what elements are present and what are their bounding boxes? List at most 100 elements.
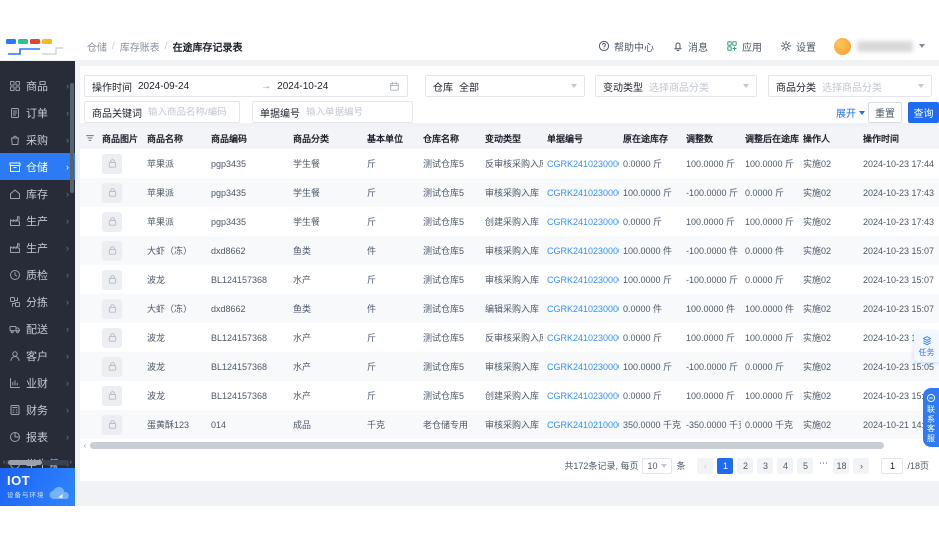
- delivery-icon: [9, 323, 21, 335]
- cell-time: 2024-10-23 17:43: [863, 216, 935, 227]
- doc-no-link[interactable]: CGRK24102300002: [547, 217, 619, 227]
- scroll-right-icon[interactable]: ›: [70, 459, 72, 466]
- date-end[interactable]: 2024-10-24: [277, 81, 328, 92]
- page-button-5[interactable]: 5: [797, 457, 814, 474]
- column-settings-icon[interactable]: [84, 133, 96, 143]
- records-table-card: 商品图片 商品名称 商品编码 商品分类 基本单位 仓库名称 变动类型 单据编号 原在途库存 调整数…: [80, 127, 939, 481]
- keyword-field[interactable]: 商品关键词: [84, 101, 240, 123]
- cell-before: 0.0000 斤: [623, 391, 663, 401]
- cell-before: 100.0000 斤: [623, 188, 673, 198]
- doc-no-link[interactable]: CGRK24102300001: [547, 391, 619, 401]
- cell-after: 0.0000 斤: [745, 275, 785, 285]
- expand-filters-link[interactable]: 展开: [836, 105, 865, 120]
- category-select[interactable]: 商品分类 选择商品分类: [768, 75, 932, 97]
- chevron-right-icon: ›: [66, 323, 69, 334]
- page-button-1[interactable]: 1: [717, 457, 734, 474]
- cell-warehouse: 测试仓库5: [423, 159, 465, 169]
- iot-banner[interactable]: IOT 设备与环境: [0, 468, 75, 506]
- scroll-left-icon[interactable]: ‹: [80, 441, 90, 450]
- column-header: 原在途库存: [619, 127, 682, 149]
- sidebar-item-report[interactable]: 报表 ›: [0, 423, 75, 450]
- warehouse-select[interactable]: 仓库 全部: [425, 75, 585, 97]
- reset-button[interactable]: 重置: [868, 102, 902, 123]
- doc-no-link[interactable]: CGRK24102300002: [547, 159, 619, 169]
- doc-no-link[interactable]: CGRK24102300001: [547, 362, 619, 372]
- breadcrumb-warehouse[interactable]: 仓储: [87, 39, 107, 54]
- doc-no-link[interactable]: CGRK24102300001: [547, 275, 619, 285]
- cell-before: 100.0000 斤: [623, 275, 673, 285]
- cell-adjust: -100.0000 斤: [686, 188, 739, 198]
- chevron-right-icon: ›: [66, 269, 69, 280]
- cell-before: 0.0000 斤: [623, 159, 663, 169]
- cell-code: BL124157368: [211, 274, 268, 285]
- page-button-4[interactable]: 4: [777, 457, 794, 474]
- cell-name: 波龙: [147, 362, 166, 372]
- sidebar-item-warehouse[interactable]: 仓储 ›: [0, 153, 75, 180]
- query-button[interactable]: 查询: [908, 102, 939, 123]
- user-menu[interactable]: [834, 37, 925, 55]
- sidebar-item-finance[interactable]: 财务 ›: [0, 396, 75, 423]
- sidebar-item-customer[interactable]: 客户 ›: [0, 342, 75, 369]
- logo[interactable]: [0, 32, 75, 60]
- sidebar-vertical-scrollbar[interactable]: [70, 75, 74, 455]
- cell-warehouse: 测试仓库5: [423, 391, 465, 401]
- filter-panel: 操作时间 2024-09-24 → 2024-10-24 仓库 全部 变动类型 …: [80, 66, 939, 123]
- sidebar-item-order[interactable]: 订单 ›: [0, 99, 75, 126]
- product-image-placeholder: [102, 182, 122, 203]
- doc-no-link[interactable]: CGRK24102300001: [547, 246, 619, 256]
- topbar-actions: 帮助中心 消息 应用 设置: [598, 37, 939, 55]
- breadcrumb-ledger[interactable]: 库存账表: [120, 39, 160, 54]
- cell-change_type: 审核采购入库: [485, 246, 540, 256]
- cell-time: 2024-10-23 17:43: [863, 187, 935, 198]
- doc-no-link[interactable]: CGRK24102100002: [547, 420, 619, 430]
- apps-button[interactable]: 应用: [726, 39, 762, 54]
- cell-name: 苹果派: [147, 159, 175, 169]
- help-center-button[interactable]: 帮助中心: [598, 39, 654, 54]
- page-button-18[interactable]: 18: [833, 457, 850, 474]
- sidebar-item-goods[interactable]: 商品 ›: [0, 72, 75, 99]
- total-records-text: 共172条记录, 每页: [564, 461, 639, 471]
- scroll-left-icon[interactable]: ‹: [3, 459, 5, 466]
- doc-no-link[interactable]: CGRK24102300001: [547, 304, 619, 314]
- cell-operator: 实施02: [803, 362, 832, 372]
- page-button-2[interactable]: 2: [737, 457, 754, 474]
- cell-unit: 件: [367, 246, 377, 256]
- sidebar-item-production[interactable]: 生产 ›: [0, 207, 75, 234]
- change-type-select[interactable]: 变动类型 选择商品分类: [595, 75, 757, 97]
- date-start[interactable]: 2024-09-24: [138, 81, 189, 92]
- sidebar-item-label: 业财: [26, 377, 48, 390]
- page-button-3[interactable]: 3: [757, 457, 774, 474]
- sidebar-item-purchase[interactable]: 采购 ›: [0, 126, 75, 153]
- table-horizontal-scrollbar[interactable]: ‹: [80, 441, 939, 450]
- doc-no-link[interactable]: CGRK24102300001: [547, 333, 619, 343]
- prev-page-button[interactable]: ‹: [697, 457, 714, 474]
- sidebar-item-production[interactable]: 生产 ›: [0, 234, 75, 261]
- keyword-input[interactable]: [148, 106, 232, 118]
- table-row: 波龙 BL124157368 水产 斤 测试仓库5 创建采购入库 CGRK241023000…: [80, 381, 939, 410]
- sidebar-item-delivery[interactable]: 配送 ›: [0, 315, 75, 342]
- cell-code: pgp3435: [211, 187, 247, 198]
- sidebar-item-inventory[interactable]: 库存 ›: [0, 180, 75, 207]
- settings-button[interactable]: 设置: [780, 39, 816, 54]
- doc-no-field[interactable]: 单据编号: [252, 101, 413, 123]
- scrollbar-thumb[interactable]: [90, 442, 884, 449]
- sidebar-horizontal-scrollbar[interactable]: ‹ ›: [3, 459, 72, 466]
- sidebar-item-qc[interactable]: 质检 ›: [0, 261, 75, 288]
- doc-no-link[interactable]: CGRK24102300002: [547, 188, 619, 198]
- product-image-placeholder: [102, 269, 122, 290]
- sidebar-item-biz-finance[interactable]: 业财 ›: [0, 369, 75, 396]
- page-jump-input[interactable]: [881, 457, 904, 474]
- cell-code: BL124157368: [211, 390, 268, 401]
- help-icon: [598, 40, 610, 52]
- messages-button[interactable]: 消息: [672, 39, 708, 54]
- date-range-picker[interactable]: 操作时间 2024-09-24 → 2024-10-24: [84, 75, 408, 97]
- bell-icon: [674, 42, 682, 52]
- sidebar-item-sorting[interactable]: 分拣 ›: [0, 288, 75, 315]
- doc-no-input[interactable]: [306, 106, 405, 118]
- page-size-select[interactable]: 10: [642, 457, 673, 474]
- cell-warehouse: 测试仓库5: [423, 275, 465, 285]
- contact-service-widget[interactable]: 联系客服: [923, 388, 939, 447]
- cell-adjust: -350.0000 千克: [686, 420, 741, 430]
- next-page-button[interactable]: ›: [853, 457, 870, 474]
- task-widget[interactable]: 任务: [914, 331, 939, 362]
